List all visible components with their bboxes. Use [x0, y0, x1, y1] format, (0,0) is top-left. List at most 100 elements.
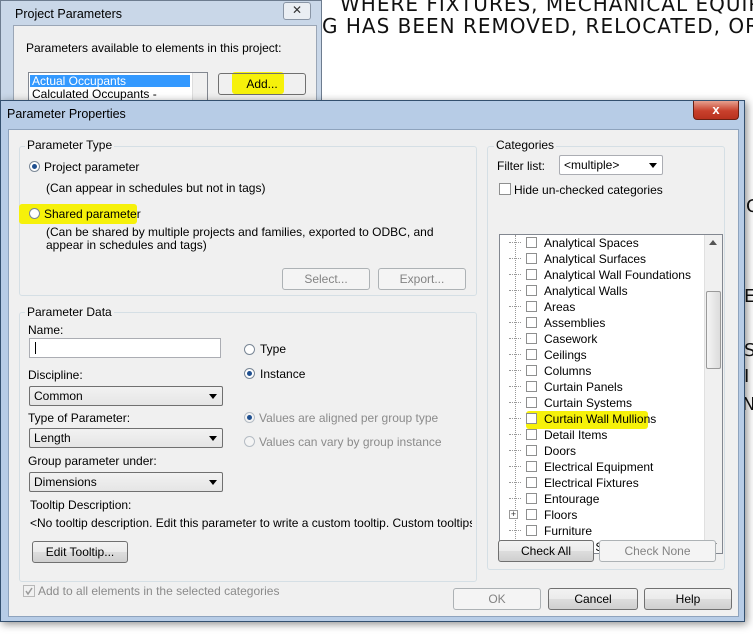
- category-checkbox[interactable]: [526, 301, 537, 312]
- parameter-data-label: Parameter Data: [25, 305, 114, 319]
- category-row[interactable]: Ceilings: [500, 347, 700, 363]
- expand-icon[interactable]: +: [509, 510, 518, 519]
- chevron-down-icon: [209, 394, 217, 399]
- export-button[interactable]: Export...: [378, 268, 466, 290]
- list-item[interactable]: Calculated Occupants - Static: [30, 88, 190, 112]
- category-row[interactable]: Furniture: [500, 523, 700, 539]
- scrollbar-thumb[interactable]: [706, 291, 721, 369]
- list-item[interactable]: Actual Occupants: [30, 75, 190, 87]
- check-all-button[interactable]: Check All: [498, 540, 594, 562]
- aligned-per-group-label: Values are aligned per group type: [259, 411, 439, 425]
- discipline-select[interactable]: Common: [29, 386, 223, 406]
- type-radio[interactable]: [244, 344, 255, 355]
- close-icon[interactable]: ✕: [283, 2, 311, 20]
- categories-list[interactable]: Analytical Spaces Analytical Surfaces Anal…: [499, 234, 723, 554]
- category-row[interactable]: Columns: [500, 363, 700, 379]
- category-row[interactable]: Detail Items: [500, 427, 700, 443]
- category-label: Entourage: [544, 492, 600, 506]
- name-input[interactable]: [29, 338, 221, 358]
- project-parameter-radio[interactable]: [29, 161, 40, 172]
- tree-branch: [509, 370, 521, 371]
- category-label: Electrical Fixtures: [544, 476, 639, 490]
- text-cursor: [35, 342, 36, 354]
- check-none-button[interactable]: Check None: [599, 540, 716, 562]
- category-row[interactable]: Electrical Fixtures: [500, 475, 700, 491]
- category-checkbox[interactable]: [526, 365, 537, 376]
- shared-parameter-radio[interactable]: [29, 208, 40, 219]
- shared-parameter-note-1: (Can be shared by multiple projects and …: [46, 225, 434, 239]
- category-row[interactable]: Entourage: [500, 491, 700, 507]
- close-icon[interactable]: x: [693, 101, 739, 120]
- chevron-down-icon: [649, 163, 657, 168]
- category-checkbox[interactable]: [526, 509, 537, 520]
- hide-unchecked-checkbox[interactable]: [499, 183, 511, 195]
- vary-by-instance-radio[interactable]: [244, 436, 255, 447]
- category-row[interactable]: Assemblies: [500, 315, 700, 331]
- add-to-all-label: Add to all elements in the selected cate…: [38, 584, 280, 598]
- tree-branch: [509, 306, 521, 307]
- category-row[interactable]: Areas: [500, 299, 700, 315]
- category-row[interactable]: + Floors: [500, 507, 700, 523]
- category-row[interactable]: Casework: [500, 331, 700, 347]
- category-label: Floors: [544, 508, 578, 522]
- category-checkbox[interactable]: [526, 493, 537, 504]
- category-checkbox[interactable]: [526, 285, 537, 296]
- category-row[interactable]: Analytical Surfaces: [500, 251, 700, 267]
- tree-branch: [509, 338, 521, 339]
- filter-list-value: <multiple>: [564, 158, 620, 172]
- category-checkbox[interactable]: [526, 333, 537, 344]
- category-checkbox[interactable]: [526, 349, 537, 360]
- category-checkbox[interactable]: [526, 253, 537, 264]
- category-checkbox[interactable]: [526, 429, 537, 440]
- category-checkbox[interactable]: [526, 317, 537, 328]
- category-row[interactable]: Curtain Wall Mullions: [500, 411, 700, 427]
- instance-radio[interactable]: [244, 368, 255, 379]
- drawing-fragment-s: S: [744, 340, 753, 361]
- category-checkbox[interactable]: [526, 525, 537, 536]
- category-checkbox[interactable]: [526, 269, 537, 280]
- type-of-parameter-select[interactable]: Length: [29, 428, 223, 448]
- category-checkbox[interactable]: [526, 397, 537, 408]
- select-button[interactable]: Select...: [282, 268, 370, 290]
- tree-branch: [509, 450, 521, 451]
- category-row[interactable]: Analytical Wall Foundations: [500, 267, 700, 283]
- filter-list-select[interactable]: <multiple>: [559, 155, 663, 175]
- parameter-properties-dialog: Parameter Properties x Parameter Type Pr…: [0, 100, 745, 622]
- type-of-parameter-value: Length: [34, 431, 71, 445]
- shared-parameter-note-2: appear in schedules and tags): [46, 238, 207, 252]
- help-button[interactable]: Help: [644, 588, 732, 610]
- category-row[interactable]: Curtain Systems: [500, 395, 700, 411]
- edit-tooltip-button[interactable]: Edit Tooltip...: [32, 541, 128, 563]
- category-row[interactable]: Electrical Equipment: [500, 459, 700, 475]
- category-checkbox[interactable]: [526, 461, 537, 472]
- drawing-fragment-c: C: [746, 196, 753, 217]
- group-parameter-select[interactable]: Dimensions: [29, 472, 223, 492]
- category-label: Electrical Equipment: [544, 460, 654, 474]
- category-label: Analytical Wall Foundations: [544, 268, 691, 282]
- cancel-button[interactable]: Cancel: [548, 588, 638, 610]
- aligned-per-group-radio[interactable]: [244, 412, 255, 423]
- scroll-up-icon[interactable]: [709, 240, 717, 245]
- filter-list-label: Filter list:: [497, 159, 545, 173]
- category-row[interactable]: Curtain Panels: [500, 379, 700, 395]
- tree-branch: [509, 418, 521, 419]
- tooltip-description-label: Tooltip Description:: [30, 498, 132, 512]
- category-row[interactable]: Doors: [500, 443, 700, 459]
- discipline-value: Common: [34, 389, 83, 403]
- ok-button[interactable]: OK: [453, 588, 541, 610]
- category-checkbox[interactable]: [526, 237, 537, 248]
- category-checkbox[interactable]: [526, 381, 537, 392]
- category-checkbox[interactable]: [526, 413, 537, 424]
- category-row[interactable]: Analytical Spaces: [500, 235, 700, 251]
- category-label: Analytical Walls: [544, 284, 628, 298]
- add-parameter-button[interactable]: Add...: [218, 73, 306, 95]
- category-row[interactable]: Analytical Walls: [500, 283, 700, 299]
- category-label: Curtain Panels: [544, 380, 623, 394]
- tree-branch: [509, 290, 521, 291]
- categories-scrollbar[interactable]: [704, 235, 722, 553]
- category-label: Detail Items: [544, 428, 608, 442]
- category-checkbox[interactable]: [526, 445, 537, 456]
- category-checkbox[interactable]: [526, 477, 537, 488]
- add-to-all-checkbox[interactable]: [23, 585, 35, 597]
- categories-label: Categories: [494, 138, 557, 152]
